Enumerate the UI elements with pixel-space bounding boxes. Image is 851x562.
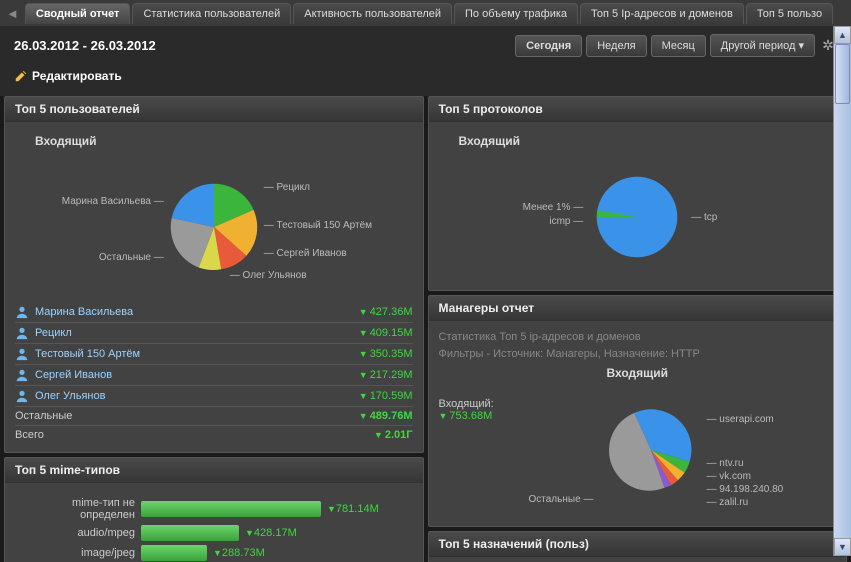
direction-label: Входящий xyxy=(439,362,837,388)
others-value: ▼489.76M xyxy=(359,410,413,422)
user-icon xyxy=(15,326,29,340)
direction-label: Входящий xyxy=(15,130,413,156)
tab-scroll-left[interactable]: ◄ xyxy=(2,6,23,21)
edit-bar: Редактировать xyxy=(0,65,851,96)
user-value: ▼427.36M xyxy=(359,306,413,318)
top-protocols-pie-chart: — tcp Менее 1% — icmp — xyxy=(477,162,797,272)
tab-bar: ◄ Сводный отчет Статистика пользователей… xyxy=(0,0,851,26)
mime-bar xyxy=(141,501,321,517)
pencil-icon xyxy=(14,69,28,83)
tab-user-activity[interactable]: Активность пользователей xyxy=(293,3,452,24)
panel-top-protocols: Топ 5 протоколов Входящий — tcp Менее 1%… xyxy=(428,96,848,291)
user-row[interactable]: Рецикл ▼409.15M xyxy=(15,323,413,344)
mime-bar xyxy=(141,545,207,561)
user-row[interactable]: Сергей Иванов ▼217.29M xyxy=(15,365,413,386)
user-icon xyxy=(15,368,29,382)
top-users-pie-chart: — Рецикл — Тестовый 150 Артём — Сергей И… xyxy=(54,162,374,292)
scroll-thumb[interactable] xyxy=(835,44,850,104)
mime-row: audio/mpeg ▼428.17M xyxy=(15,523,413,543)
total-value: ▼2.01Г xyxy=(374,429,413,441)
user-name: Рецикл xyxy=(35,327,72,339)
panel-mime-types: Топ 5 mime-типов mime-тип не определен ▼7… xyxy=(4,457,424,562)
mime-bar xyxy=(141,525,239,541)
panel-top-destinations: Топ 5 назначений (польз) Входящий xyxy=(428,531,848,562)
period-other-button[interactable]: Другой период ▾ xyxy=(710,34,815,57)
panel-managers-report: Манагеры отчет Статистика Топ 5 ip-адрес… xyxy=(428,295,848,527)
period-buttons: Сегодня Неделя Месяц Другой период ▾ ✲ xyxy=(515,34,837,57)
user-name: Марина Васильева xyxy=(35,306,133,318)
user-name: Олег Ульянов xyxy=(35,390,105,402)
panel-header: Топ 5 пользователей xyxy=(5,97,423,122)
user-name: Сергей Иванов xyxy=(35,369,112,381)
mime-value: ▼428.17M xyxy=(245,527,297,539)
content-area: Топ 5 пользователей Входящий — Рецикл xyxy=(0,96,851,562)
mime-label: mime-тип не определен xyxy=(15,497,135,521)
user-icon xyxy=(15,305,29,319)
panel-header: Манагеры отчет xyxy=(429,296,847,321)
period-month-button[interactable]: Месяц xyxy=(651,35,706,57)
scroll-down-button[interactable]: ▼ xyxy=(834,538,851,556)
others-label: Остальные xyxy=(15,410,72,422)
user-value: ▼217.29M xyxy=(359,369,413,381)
user-row[interactable]: Олег Ульянов ▼170.59M xyxy=(15,386,413,407)
right-column: Топ 5 протоколов Входящий — tcp Менее 1%… xyxy=(428,96,848,562)
user-value: ▼409.15M xyxy=(359,327,413,339)
report-description: Статистика Топ 5 ip-адресов и доменов Фи… xyxy=(439,329,837,362)
user-icon xyxy=(15,347,29,361)
user-name: Тестовый 150 Артём xyxy=(35,348,140,360)
panel-header: Топ 5 mime-типов xyxy=(5,458,423,483)
user-value: ▼350.35M xyxy=(359,348,413,360)
panel-header: Топ 5 назначений (польз) xyxy=(429,532,847,557)
panel-top-users: Топ 5 пользователей Входящий — Рецикл xyxy=(4,96,424,453)
left-column: Топ 5 пользователей Входящий — Рецикл xyxy=(4,96,424,562)
mime-label: audio/mpeg xyxy=(15,527,135,539)
period-week-button[interactable]: Неделя xyxy=(586,35,646,57)
vertical-scrollbar[interactable]: ▲ ▼ xyxy=(833,26,851,556)
mime-label: image/jpeg xyxy=(15,547,135,559)
tab-top-users-cut[interactable]: Топ 5 пользо xyxy=(746,3,833,24)
mime-row: image/jpeg ▼288.73M xyxy=(15,543,413,562)
user-value: ▼170.59M xyxy=(359,390,413,402)
mime-value: ▼781.14M xyxy=(327,503,379,515)
date-range: 26.03.2012 - 26.03.2012 xyxy=(14,38,156,53)
user-row[interactable]: Тестовый 150 Артём ▼350.35M xyxy=(15,344,413,365)
scroll-up-button[interactable]: ▲ xyxy=(834,26,851,44)
edit-link[interactable]: Редактировать xyxy=(14,69,122,83)
mime-value: ▼288.73M xyxy=(213,547,265,559)
total-label: Всего xyxy=(15,429,44,441)
incoming-value: ▼753.68M xyxy=(439,410,559,422)
managers-pie-chart: — userapi.com — ntv.ru — vk.com — 94.198… xyxy=(569,398,837,518)
tab-summary[interactable]: Сводный отчет xyxy=(25,3,131,24)
incoming-label: Входящий: xyxy=(439,398,559,410)
direction-label: Входящий xyxy=(439,130,837,156)
mime-row: mime-тип не определен ▼781.14M xyxy=(15,495,413,523)
tab-top-ip-domains[interactable]: Топ 5 Ip-адресов и доменов xyxy=(580,3,744,24)
toolbar: 26.03.2012 - 26.03.2012 Сегодня Неделя М… xyxy=(0,26,851,65)
tab-user-stats[interactable]: Статистика пользователей xyxy=(132,3,291,24)
panel-header: Топ 5 протоколов xyxy=(429,97,847,122)
user-row[interactable]: Марина Васильева ▼427.36M xyxy=(15,302,413,323)
tab-traffic-volume[interactable]: По объему трафика xyxy=(454,3,578,24)
user-icon xyxy=(15,389,29,403)
period-today-button[interactable]: Сегодня xyxy=(515,35,582,57)
